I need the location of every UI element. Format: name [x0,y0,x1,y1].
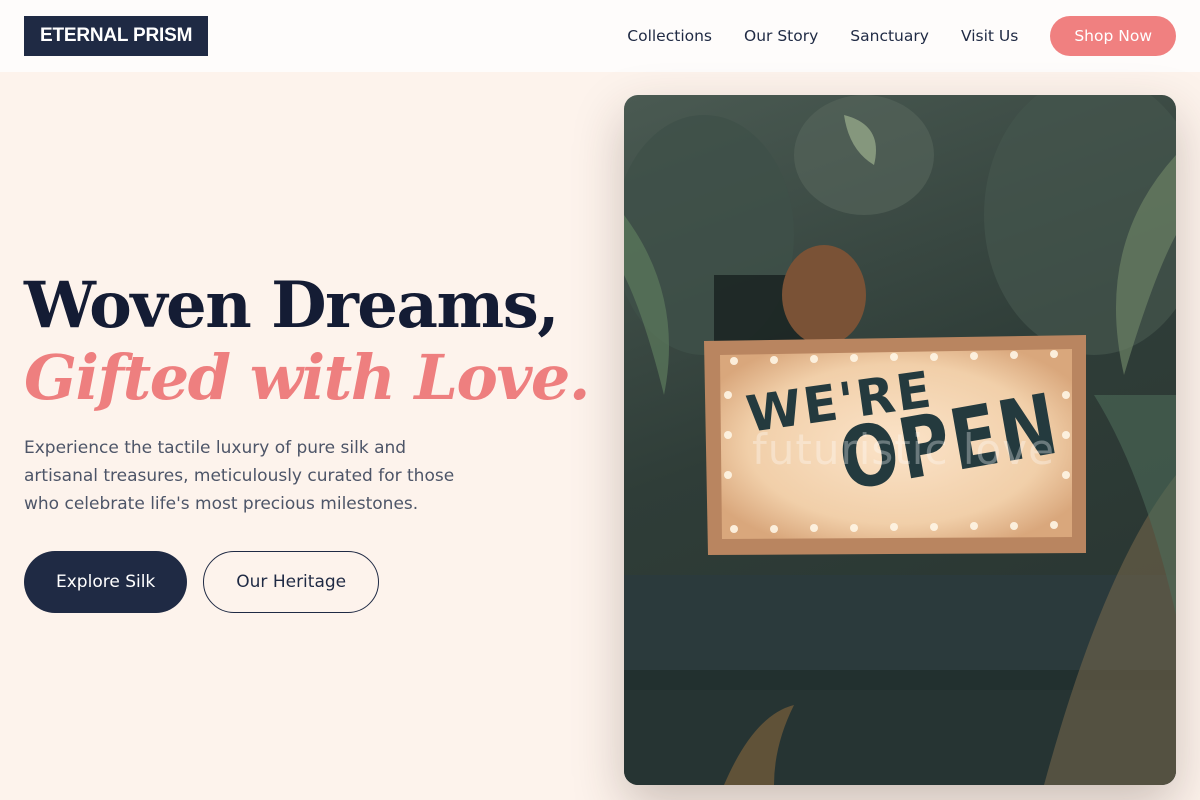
brand-logo[interactable]: ETERNAL PRISM [24,16,209,56]
our-heritage-button[interactable]: Our Heritage [203,551,380,613]
nav-link-our-story[interactable]: Our Story [744,27,818,45]
nav-link-collections[interactable]: Collections [627,27,712,45]
main-nav: Collections Our Story Sanctuary Visit Us… [627,16,1176,56]
hero-headline-accent: Gifted with Love. [24,341,590,414]
explore-silk-button[interactable]: Explore Silk [24,551,188,613]
shop-now-button[interactable]: Shop Now [1050,16,1176,56]
site-header: ETERNAL PRISM Collections Our Story Sanc… [0,0,1200,72]
nav-link-sanctuary[interactable]: Sanctuary [850,27,929,45]
hero-actions: Explore Silk Our Heritage [24,551,380,613]
hero-photo: WE'RE OPEN futuristic love [624,95,1176,785]
hero-section: Woven Dreams, Gifted with Love. Experien… [24,268,590,518]
hero-headline: Woven Dreams, [24,268,560,343]
nav-link-visit-us[interactable]: Visit Us [961,27,1018,45]
hero-subtext: Experience the tactile luxury of pure si… [24,438,455,514]
photo-watermark: futuristic love [752,425,1055,474]
